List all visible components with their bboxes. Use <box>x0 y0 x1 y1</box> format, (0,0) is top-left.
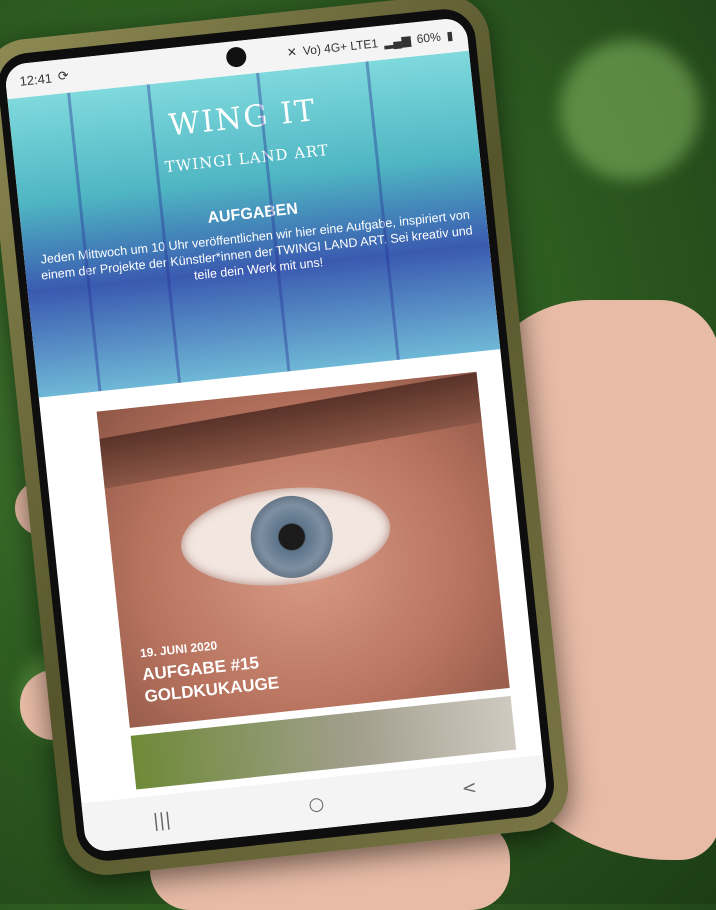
mute-icon: ✕ <box>286 44 298 60</box>
home-button[interactable]: ○ <box>307 793 325 816</box>
network-indicator: Vo) 4G+ LTE1 <box>302 36 379 59</box>
bokeh-light <box>560 40 700 180</box>
eyebrow-image <box>99 372 482 489</box>
signal-icon: ▂▄▆ <box>383 32 412 50</box>
task-card[interactable]: 19. JUNI 2020 AUFGABE #15 GOLDKUKAUGE <box>96 371 510 728</box>
battery-level: 60% <box>416 29 442 47</box>
back-button[interactable]: < <box>461 777 478 799</box>
status-time: 12:41 <box>18 70 53 89</box>
battery-icon: ▮ <box>445 28 454 43</box>
phone-screen: 12:41 ⟳ ✕ Vo) 4G+ LTE1 ▂▄▆ 60% ▮ WING IT… <box>3 16 549 854</box>
task-title[interactable]: AUFGABE #15 GOLDKUKAUGE <box>141 650 280 708</box>
smartphone: 12:41 ⟳ ✕ Vo) 4G+ LTE1 ▂▄▆ 60% ▮ WING IT… <box>0 0 573 880</box>
hero-banner: WING IT TWINGI LAND ART AUFGABEN Jeden M… <box>7 50 501 398</box>
front-camera <box>225 46 248 69</box>
eye-image <box>176 477 396 596</box>
iris <box>246 491 337 582</box>
sync-icon: ⟳ <box>57 67 70 84</box>
recent-apps-button[interactable]: ||| <box>152 809 172 832</box>
